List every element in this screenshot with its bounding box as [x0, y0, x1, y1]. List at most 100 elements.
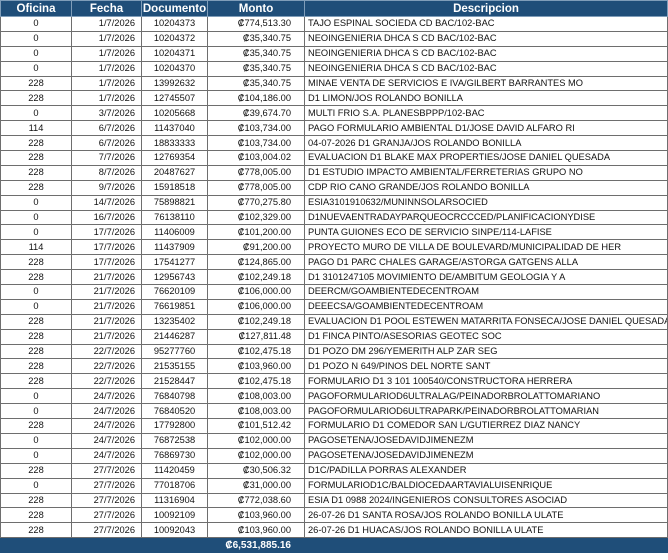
cell-fecha[interactable]: 7/7/2026	[71, 150, 142, 166]
cell-documento[interactable]: 10205668	[141, 105, 208, 122]
cell-fecha[interactable]: 27/7/2026	[71, 462, 142, 479]
cell-fecha[interactable]: 1/7/2026	[71, 16, 142, 32]
cell-monto[interactable]: ₡108,003.00	[207, 403, 305, 420]
cell-descripcion[interactable]: PAGOSETENA/JOSEDAVIDJIMENEZM	[304, 447, 668, 464]
cell-monto[interactable]: ₡104,186.00	[207, 90, 305, 107]
cell-monto[interactable]: ₡102,475.18	[207, 373, 305, 390]
cell-documento[interactable]: 76840798	[141, 388, 208, 405]
cell-descripcion[interactable]: PAGO FORMULARIO AMBIENTAL D1/JOSE DAVID …	[304, 120, 668, 137]
cell-fecha[interactable]: 27/7/2026	[71, 507, 142, 524]
cell-documento[interactable]: 10204371	[141, 45, 208, 62]
cell-fecha[interactable]: 17/7/2026	[71, 239, 142, 256]
cell-descripcion[interactable]: CDP RIO CANO GRANDE/JOS ROLANDO BONILLA	[304, 179, 668, 196]
table-row[interactable]: 228 21/7/2026 13235402 ₡102,249.18 EVALUACIO…	[0, 313, 668, 330]
cell-documento[interactable]: 10092043	[141, 522, 208, 539]
cell-fecha[interactable]: 24/7/2026	[71, 388, 142, 405]
cell-documento[interactable]: 20487627	[141, 164, 208, 181]
table-row[interactable]: 0 14/7/2026 75898821 ₡770,275.80 ESIA3101910…	[0, 194, 668, 211]
table-row[interactable]: 0 27/7/2026 77018706 ₡31,000.00 FORMULARIOD1…	[0, 477, 668, 494]
cell-oficina[interactable]: 0	[0, 432, 72, 449]
cell-fecha[interactable]: 21/7/2026	[71, 328, 142, 345]
cell-oficina[interactable]: 0	[0, 105, 72, 122]
cell-fecha[interactable]: 6/7/2026	[71, 135, 142, 152]
cell-fecha[interactable]: 16/7/2026	[71, 209, 142, 226]
cell-fecha[interactable]: 3/7/2026	[71, 105, 142, 122]
cell-descripcion[interactable]: EVALUACION D1 POOL ESTEWEN MATARRITA FON…	[304, 313, 668, 330]
table-row[interactable]: 114 6/7/2026 11437040 ₡103,734.00 PAGO FORMU…	[0, 120, 668, 137]
cell-documento[interactable]: 18833333	[141, 135, 208, 152]
cell-monto[interactable]: ₡102,475.18	[207, 343, 305, 360]
cell-oficina[interactable]: 114	[0, 239, 72, 256]
cell-descripcion[interactable]: D1NUEVAENTRADAYPARQUEOCRCCCED/PLANIFICAC…	[304, 209, 668, 226]
cell-fecha[interactable]: 9/7/2026	[71, 179, 142, 196]
table-row[interactable]: 0 1/7/2026 10204371 ₡35,340.75 NEOINGENIERIA…	[0, 45, 668, 62]
cell-fecha[interactable]: 1/7/2026	[71, 75, 142, 92]
cell-fecha[interactable]: 6/7/2026	[71, 120, 142, 137]
table-row[interactable]: 228 17/7/2026 17541277 ₡124,865.00 PAGO D1 P…	[0, 254, 668, 271]
cell-descripcion[interactable]: MINAE VENTA DE SERVICIOS E IVA/GILBERT B…	[304, 75, 668, 92]
cell-documento[interactable]: 76138110	[141, 209, 208, 226]
cell-descripcion[interactable]: DEEECSA/GOAMBIENTEDECENTROAM	[304, 298, 668, 315]
cell-descripcion[interactable]: D1 3101247105 MOVIMIENTO DE/AMBITUM GEOL…	[304, 269, 668, 286]
cell-oficina[interactable]: 0	[0, 16, 72, 32]
cell-monto[interactable]: ₡35,340.75	[207, 75, 305, 92]
cell-oficina[interactable]: 0	[0, 284, 72, 300]
table-row[interactable]: 114 17/7/2026 11437909 ₡91,200.00 PROYECTO M…	[0, 239, 668, 256]
cell-oficina[interactable]: 0	[0, 388, 72, 405]
cell-descripcion[interactable]: D1 POZO N 649/PINOS DEL NORTE SANT	[304, 358, 668, 375]
cell-documento[interactable]: 12956743	[141, 269, 208, 286]
cell-fecha[interactable]: 17/7/2026	[71, 254, 142, 271]
cell-fecha[interactable]: 27/7/2026	[71, 477, 142, 494]
cell-documento[interactable]: 10204372	[141, 30, 208, 47]
cell-monto[interactable]: ₡103,960.00	[207, 522, 305, 539]
table-row[interactable]: 0 3/7/2026 10205668 ₡39,674.70 MULTI FRIO S.…	[0, 105, 668, 122]
table-row[interactable]: 228 27/7/2026 11420459 ₡30,506.32 D1C/PADILL…	[0, 462, 668, 479]
table-row[interactable]: 0 21/7/2026 76620109 ₡106,000.00 DEERCM/GOAM…	[0, 284, 668, 300]
table-row[interactable]: 228 22/7/2026 21535155 ₡103,960.00 D1 POZO N…	[0, 358, 668, 375]
cell-monto[interactable]: ₡127,811.48	[207, 328, 305, 345]
table-row[interactable]: 0 1/7/2026 10204373 ₡774,513.30 TAJO ESPINAL…	[0, 16, 668, 32]
cell-documento[interactable]: 10204370	[141, 60, 208, 77]
cell-documento[interactable]: 95277760	[141, 343, 208, 360]
cell-monto[interactable]: ₡102,249.18	[207, 269, 305, 286]
column-header-fecha[interactable]: Fecha	[71, 0, 142, 17]
cell-documento[interactable]: 76620109	[141, 284, 208, 300]
cell-oficina[interactable]: 0	[0, 403, 72, 420]
cell-descripcion[interactable]: PUNTA GUIONES ECO DE SERVICIO SINPE/114-…	[304, 224, 668, 241]
cell-monto[interactable]: ₡772,038.60	[207, 492, 305, 509]
column-header-documento[interactable]: Documento	[141, 0, 208, 17]
cell-monto[interactable]: ₡91,200.00	[207, 239, 305, 256]
cell-monto[interactable]: ₡103,960.00	[207, 507, 305, 524]
cell-oficina[interactable]: 228	[0, 75, 72, 92]
cell-descripcion[interactable]: PAGO D1 PARC CHALES GARAGE/ASTORGA GATGE…	[304, 254, 668, 271]
cell-fecha[interactable]: 1/7/2026	[71, 30, 142, 47]
table-row[interactable]: 0 17/7/2026 11406009 ₡101,200.00 PUNTA GUION…	[0, 224, 668, 241]
cell-descripcion[interactable]: PAGOFORMULARIOD6ULTRALAG/PEINADORBROLATT…	[304, 388, 668, 405]
cell-monto[interactable]: ₡30,506.32	[207, 462, 305, 479]
table-row[interactable]: 228 7/7/2026 12769354 ₡103,004.02 EVALUACION…	[0, 150, 668, 166]
column-header-oficina[interactable]: Oficina	[0, 0, 72, 17]
cell-fecha[interactable]: 27/7/2026	[71, 522, 142, 539]
cell-oficina[interactable]: 228	[0, 462, 72, 479]
cell-documento[interactable]: 11406009	[141, 224, 208, 241]
cell-oficina[interactable]: 0	[0, 45, 72, 62]
table-row[interactable]: 0 16/7/2026 76138110 ₡102,329.00 D1NUEVAENTR…	[0, 209, 668, 226]
table-row[interactable]: 228 1/7/2026 13992632 ₡35,340.75 MINAE VENTA…	[0, 75, 668, 92]
table-row[interactable]: 228 22/7/2026 95277760 ₡102,475.18 D1 POZO D…	[0, 343, 668, 360]
cell-descripcion[interactable]: PAGOSETENA/JOSEDAVIDJIMENEZM	[304, 432, 668, 449]
cell-oficina[interactable]: 0	[0, 60, 72, 77]
cell-fecha[interactable]: 27/7/2026	[71, 492, 142, 509]
cell-descripcion[interactable]: 26-07-26 D1 HUACAS/JOS ROLANDO BONILLA U…	[304, 522, 668, 539]
cell-monto[interactable]: ₡106,000.00	[207, 284, 305, 300]
table-row[interactable]: 228 24/7/2026 17792800 ₡101,512.42 FORMULARI…	[0, 418, 668, 434]
cell-oficina[interactable]: 0	[0, 298, 72, 315]
cell-oficina[interactable]: 228	[0, 507, 72, 524]
table-row[interactable]: 228 9/7/2026 15918518 ₡778,005.00 CDP RIO CA…	[0, 179, 668, 196]
cell-oficina[interactable]: 0	[0, 209, 72, 226]
table-row[interactable]: 228 22/7/2026 21528447 ₡102,475.18 FORMULARI…	[0, 373, 668, 390]
cell-fecha[interactable]: 22/7/2026	[71, 373, 142, 390]
cell-monto[interactable]: ₡35,340.75	[207, 30, 305, 47]
table-row[interactable]: 0 24/7/2026 76840520 ₡108,003.00 PAGOFORMULA…	[0, 403, 668, 420]
cell-descripcion[interactable]: FORMULARIO D1 3 101 100540/CONSTRUCTORA …	[304, 373, 668, 390]
cell-descripcion[interactable]: D1 ESTUDIO IMPACTO AMBIENTAL/FERRETERIAS…	[304, 164, 668, 181]
